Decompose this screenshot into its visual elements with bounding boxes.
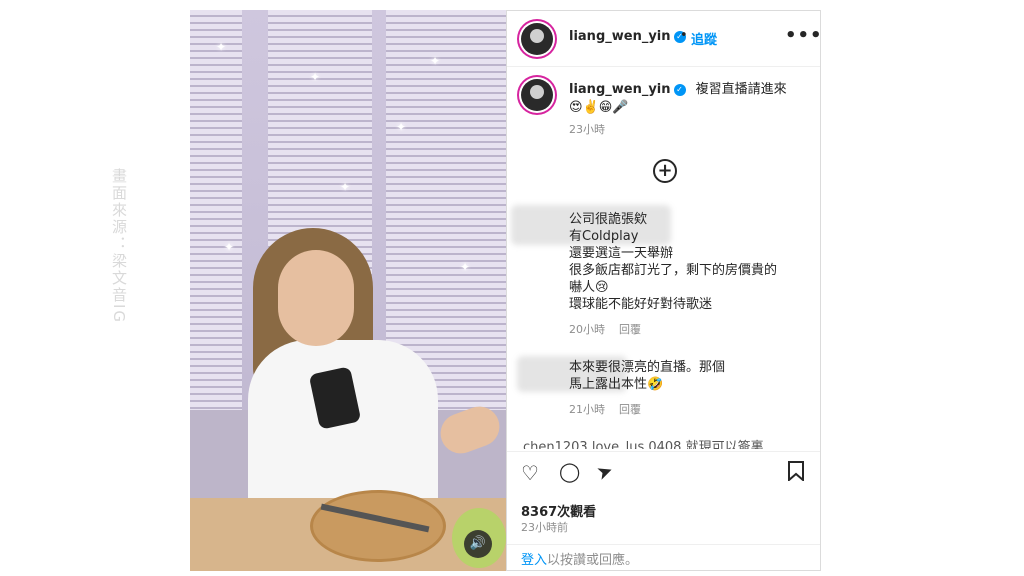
verified-icon: ✓ [673,84,686,96]
comment-reply-button[interactable]: 回覆 [619,321,641,337]
bookmark-icon[interactable] [787,461,805,486]
post-header: liang_wen_yin ✓ • 追蹤 ••• [507,11,820,67]
speaker-icon[interactable]: 🔊 [464,530,492,558]
more-icon[interactable]: ••• [785,25,820,46]
author-username[interactable]: liang_wen_yin ✓ [569,29,686,44]
source-watermark: 畫面來源：梁文音IG [110,168,128,325]
sparkle-icon: ✦ [396,120,407,134]
action-divider [507,451,820,452]
comment-timestamp: 21小時 [569,403,605,416]
view-count: 8367次觀看 [521,505,597,520]
heart-icon[interactable]: ♡ [521,461,539,485]
share-icon[interactable]: ➤ [594,459,616,485]
caption-emojis: 😍✌️😁🎤 [569,100,629,115]
person-shirt [248,340,438,510]
login-link[interactable]: 登入 [521,553,547,568]
sparkle-icon: ✦ [430,54,441,68]
caption-avatar[interactable] [521,79,553,111]
post-caption: liang_wen_yin ✓ 複習直播請進來 😍✌️😁🎤 [569,81,809,117]
person-face [278,250,354,346]
separator-dot: • [680,28,688,43]
post-timestamp: 23小時前 [521,521,568,534]
comment-icon[interactable]: ◯ [559,461,580,483]
sparkle-icon: ✦ [460,260,471,274]
login-prompt: 登入以按讚或回應。 [521,549,638,568]
sparkle-icon: ✦ [216,40,227,54]
author-avatar[interactable] [521,23,553,55]
comment-text: 公司很詭張欸 有Coldplay 還要選這一天舉辦 很多飯店都訂光了，剩下的房價… [569,212,778,312]
shutter-left [190,10,242,410]
follow-button[interactable]: 追蹤 [691,29,717,48]
footer-divider [507,544,820,545]
comment-timestamp: 20小時 [569,323,605,336]
plus-circle-icon[interactable]: + [653,159,677,183]
caption-text: 複習直播請進來 [695,82,787,97]
comment-reply-button[interactable]: 回覆 [619,401,641,417]
login-suffix: 以按讚或回應。 [547,553,639,568]
caption-username[interactable]: liang_wen_yin ✓ [569,82,686,97]
sparkle-icon: ✦ [340,180,351,194]
sparkle-icon: ✦ [224,240,235,254]
post-media-video[interactable]: ✦ ✦ ✦ ✦ ✦ ✦ ✦ [190,10,506,571]
comment-text: 本來要很漂亮的直播。那個 馬上露出本性🤣 [569,360,726,392]
sparkle-icon: ✦ [310,70,321,84]
partial-comment: chen1203 love_lus 0408 就現可以簽裏 [523,440,764,449]
caption-timestamp: 23小時 [569,123,605,136]
post-detail-panel: liang_wen_yin ✓ • 追蹤 ••• liang_wen_yin ✓ 複… [506,10,821,571]
